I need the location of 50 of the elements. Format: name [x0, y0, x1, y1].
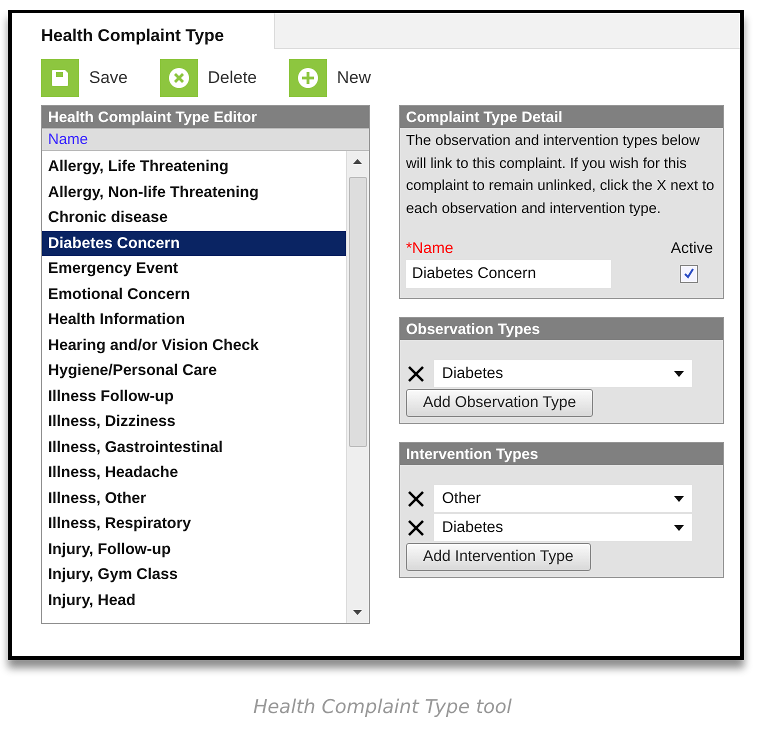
list-item[interactable]: Diabetes Concern	[42, 230, 346, 256]
list-item[interactable]: Illness, Other	[42, 486, 346, 511]
list-item[interactable]: Illness, Gastrointestinal	[42, 434, 346, 460]
list-item[interactable]: Health Information	[42, 307, 346, 332]
name-label: *Name	[406, 240, 454, 258]
add-type-button[interactable]: Add Observation Type	[406, 389, 594, 417]
panel-title: Complaint Type Detail	[400, 106, 723, 128]
list-item[interactable]: Chronic disease	[42, 205, 346, 230]
list-item[interactable]: Injury, Gym Class	[42, 562, 346, 588]
list-item[interactable]: Emotional Concern	[42, 282, 346, 307]
save-button[interactable]: Save	[41, 59, 128, 97]
list-item[interactable]: Allergy, Life Threatening	[42, 154, 346, 180]
panel-title: Health Complaint Type Editor	[42, 106, 369, 128]
panel-title: Intervention Types	[400, 443, 723, 465]
list-item[interactable]: Allergy, Non-life Threatening	[42, 180, 346, 205]
new-button[interactable]: New	[288, 59, 371, 97]
scrollbar[interactable]	[346, 151, 369, 623]
list-item[interactable]: Hearing and/or Vision Check	[42, 332, 346, 358]
remove-icon[interactable]	[406, 488, 426, 508]
list-item[interactable]: Illness Follow-up	[42, 384, 346, 409]
scroll-up-icon[interactable]	[353, 159, 362, 164]
list-item[interactable]: Illness, Respiratory	[42, 511, 346, 536]
description: The observation and intervention types below will link to this complaint. If you wish for this complaint to remain unlinked, click the X next to each observation and intervention type.	[405, 132, 716, 218]
caret-icon	[674, 370, 684, 376]
list-item[interactable]: Injury, Follow-up	[42, 536, 346, 562]
name-field[interactable]: Diabetes Concern	[406, 260, 611, 288]
panel-title: Observation Types	[400, 318, 723, 340]
column-header[interactable]: Name	[42, 128, 369, 151]
tab[interactable]: Health Complaint Type	[12, 13, 274, 49]
active-label: Active	[670, 240, 713, 258]
type-dropdown[interactable]: Diabetes	[434, 514, 692, 541]
type-dropdown[interactable]: Other	[434, 485, 692, 512]
remove-icon[interactable]	[406, 518, 426, 538]
add-type-button[interactable]: Add Intervention Type	[406, 543, 591, 571]
list-item[interactable]: Emergency Event	[42, 256, 346, 282]
active-checkbox[interactable]	[680, 265, 698, 283]
list-item[interactable]: Illness, Dizziness	[42, 409, 346, 434]
delete-button[interactable]: Delete	[160, 59, 257, 97]
close-icon	[168, 67, 190, 89]
list-item[interactable]: Injury, Head	[42, 588, 346, 613]
list-item[interactable]: Hygiene/Personal Care	[42, 358, 346, 384]
checkmark-icon	[683, 268, 695, 280]
list-item[interactable]: Illness, Headache	[42, 460, 346, 486]
plus-icon	[296, 67, 319, 89]
type-dropdown[interactable]: Diabetes	[434, 360, 692, 387]
remove-icon[interactable]	[406, 364, 426, 384]
caret-icon	[674, 496, 684, 502]
caption: Health Complaint Type tool	[252, 696, 513, 718]
scroll-down-icon[interactable]	[353, 610, 362, 615]
caret-icon	[674, 524, 684, 530]
